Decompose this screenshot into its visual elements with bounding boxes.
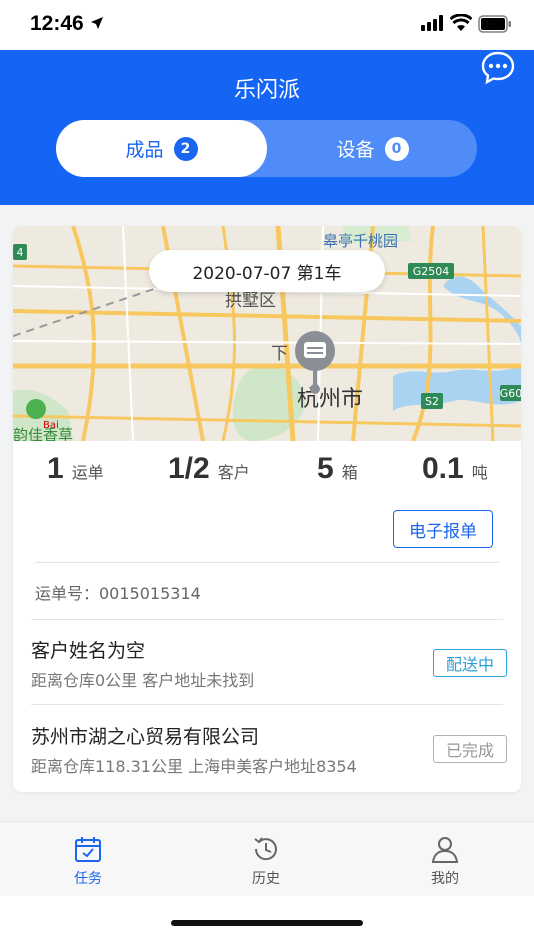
stat-tons: 0.1 吨 <box>422 452 488 486</box>
cellular-signal-icon <box>421 15 443 31</box>
stat-waybills: 1 运单 <box>47 452 104 486</box>
tab-tasks[interactable]: 任务 <box>38 834 138 888</box>
tab-finished-products-label: 成品 <box>125 139 164 161</box>
status-time: 12:46 <box>30 12 84 35</box>
app-title: 乐闪派 <box>233 78 300 103</box>
status-bar: 12:46 <box>0 0 534 50</box>
status-badge-completed: 已完成 <box>433 735 507 763</box>
tab-tasks-label: 任务 <box>74 871 102 887</box>
equipment-count-badge: 0 <box>384 136 409 161</box>
tab-finished-products[interactable]: 成品 2 <box>56 120 267 177</box>
stat-waybills-unit: 运单 <box>71 463 104 482</box>
tab-equipment[interactable]: 设备 0 <box>267 120 478 177</box>
home-indicator-area <box>0 896 534 950</box>
stat-customers: 1/2 客户 <box>168 452 250 486</box>
location-arrow-icon <box>91 17 103 29</box>
electronic-report-button[interactable]: 电子报单 <box>393 510 493 548</box>
waybill-number: 运单号：0015015314 <box>35 584 201 603</box>
tab-profile-label: 我的 <box>431 871 459 887</box>
finished-products-count-badge: 2 <box>173 136 198 161</box>
stat-boxes-value: 5 <box>317 452 334 485</box>
stat-boxes: 5 箱 <box>317 452 358 486</box>
category-segmented-control: 成品 2 设备 0 <box>56 120 477 177</box>
map-road-label-4: 4 <box>17 246 24 259</box>
map-poi-icon <box>26 399 46 419</box>
tab-history-label: 历史 <box>252 871 280 887</box>
app-header: 乐闪派 成品 2 设备 0 <box>0 50 534 205</box>
map-city-label: 杭州市 <box>297 387 363 412</box>
home-indicator[interactable] <box>171 920 363 926</box>
history-clock-icon <box>254 837 277 861</box>
divider <box>35 562 499 563</box>
wifi-icon <box>450 14 472 31</box>
customer-name: 客户姓名为空 <box>31 640 146 662</box>
stat-customers-value: 1/2 <box>168 452 210 485</box>
stat-tons-unit: 吨 <box>471 463 488 482</box>
map-baidu-watermark: Bai <box>43 420 59 431</box>
stat-boxes-unit: 箱 <box>341 463 358 482</box>
map-road-label-s2: S2 <box>425 395 439 408</box>
map-partial-label: 下 <box>271 344 288 364</box>
chat-bubble-icon[interactable] <box>480 50 516 86</box>
delivery-date-pill: 2020-07-07 第1车 <box>149 250 385 292</box>
divider <box>31 704 503 705</box>
calendar-check-icon <box>75 837 101 862</box>
person-icon <box>431 837 459 863</box>
status-badge-delivering: 配送中 <box>433 649 507 677</box>
tab-history[interactable]: 历史 <box>216 834 316 888</box>
map-road-label-g60: G60 <box>500 387 521 400</box>
customer-name: 苏州市湖之心贸易有限公司 <box>31 726 260 748</box>
customer-detail: 距离仓库118.31公里 上海申美客户地址8354 <box>31 757 357 776</box>
map-district-label: 拱墅区 <box>225 291 276 311</box>
bottom-tab-bar: 任务 历史 我的 <box>0 821 534 897</box>
delivery-card: G2504 S2 G60 4 皋亭千桃园 拱墅区 下 杭州市 韵佳香草 Bai … <box>13 226 521 792</box>
customer-detail: 距离仓库0公里 客户地址未找到 <box>31 671 255 690</box>
stat-tons-value: 0.1 <box>422 452 464 485</box>
tab-equipment-label: 设备 <box>336 139 375 161</box>
stat-customers-unit: 客户 <box>217 463 250 482</box>
stat-waybills-value: 1 <box>47 452 64 485</box>
tab-profile[interactable]: 我的 <box>395 834 495 888</box>
map-road-label-g2504: G2504 <box>413 265 450 278</box>
delivery-stats: 1 运单 1/2 客户 5 箱 0.1 吨 <box>13 452 521 492</box>
map-place-label-park: 皋亭千桃园 <box>323 232 398 250</box>
battery-icon <box>478 15 511 33</box>
divider <box>31 619 503 620</box>
